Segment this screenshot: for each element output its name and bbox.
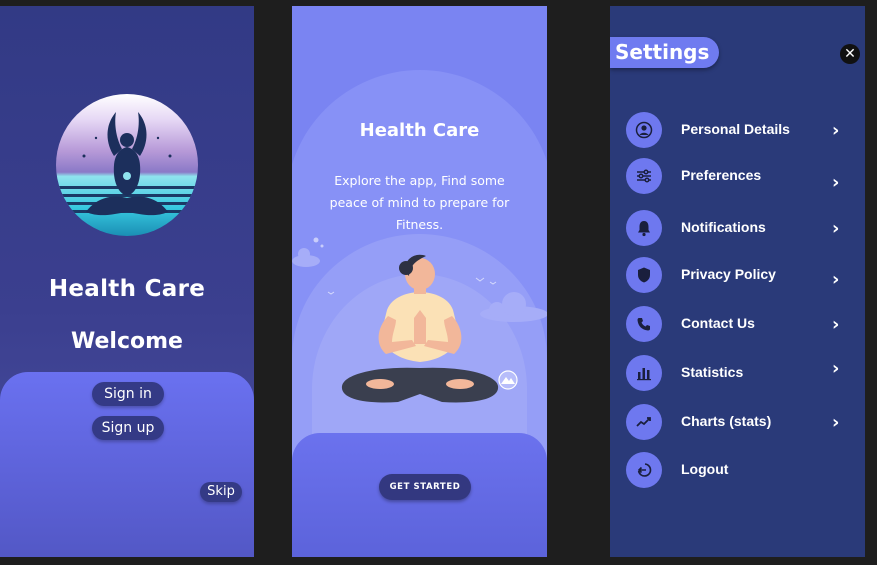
close-icon[interactable]: ✕ [840, 44, 860, 64]
logout-icon [626, 452, 662, 488]
settings-item-privacy-policy[interactable]: Privacy Policy › [626, 257, 856, 293]
chevron-right-icon: › [832, 412, 840, 433]
meditation-illustration [292, 237, 547, 403]
settings-item-label: Preferences [681, 167, 762, 183]
chevron-right-icon: › [832, 358, 840, 379]
shield-icon [626, 257, 662, 293]
settings-item-notifications[interactable]: Notifications › [626, 210, 856, 246]
settings-title: Settings [610, 37, 719, 68]
onboarding-screen: Health Care Explore the app, Find some p… [292, 6, 547, 557]
sliders-icon [626, 158, 662, 194]
settings-item-personal-details[interactable]: Personal Details › [626, 112, 856, 148]
settings-item-logout[interactable]: Logout [626, 452, 856, 488]
bell-icon [626, 210, 662, 246]
settings-item-label: Notifications [681, 219, 766, 235]
sign-in-button[interactable]: Sign in [92, 382, 164, 406]
yoga-logo-icon [56, 94, 198, 236]
bar-chart-icon [626, 355, 662, 391]
onboarding-title: Health Care [359, 120, 480, 141]
user-icon [626, 112, 662, 148]
settings-item-label: Privacy Policy [681, 266, 776, 282]
settings-item-label: Contact Us [681, 315, 755, 331]
settings-screen: Settings ✕ Personal Details › Preference… [610, 6, 865, 557]
phone-icon [626, 306, 662, 342]
settings-item-preferences[interactable]: Preferences › [626, 158, 856, 194]
settings-item-label: Statistics [681, 364, 744, 380]
welcome-screen: Health Care Welcome Sign in Sign up Skip [0, 6, 254, 557]
settings-item-contact-us[interactable]: Contact Us › [626, 306, 856, 342]
chevron-right-icon: › [832, 120, 840, 141]
app-title: Health Care [48, 276, 206, 302]
settings-item-label: Logout [681, 461, 729, 477]
chevron-right-icon: › [832, 218, 840, 239]
chevron-right-icon: › [832, 269, 840, 290]
sign-up-button[interactable]: Sign up [92, 416, 164, 440]
chevron-right-icon: › [832, 172, 840, 193]
trend-icon [626, 404, 662, 440]
settings-item-statistics[interactable]: Statistics › [626, 355, 856, 391]
chevron-right-icon: › [832, 314, 840, 335]
get-started-button[interactable]: GET STARTED [379, 474, 471, 500]
welcome-heading: Welcome [71, 329, 183, 354]
skip-button[interactable]: Skip [200, 482, 242, 502]
onboarding-description: Explore the app, Find some peace of mind… [329, 173, 510, 232]
settings-item-label: Personal Details [681, 121, 790, 137]
settings-item-charts-stats[interactable]: Charts (stats) › [626, 404, 856, 440]
settings-item-label: Charts (stats) [681, 413, 772, 429]
